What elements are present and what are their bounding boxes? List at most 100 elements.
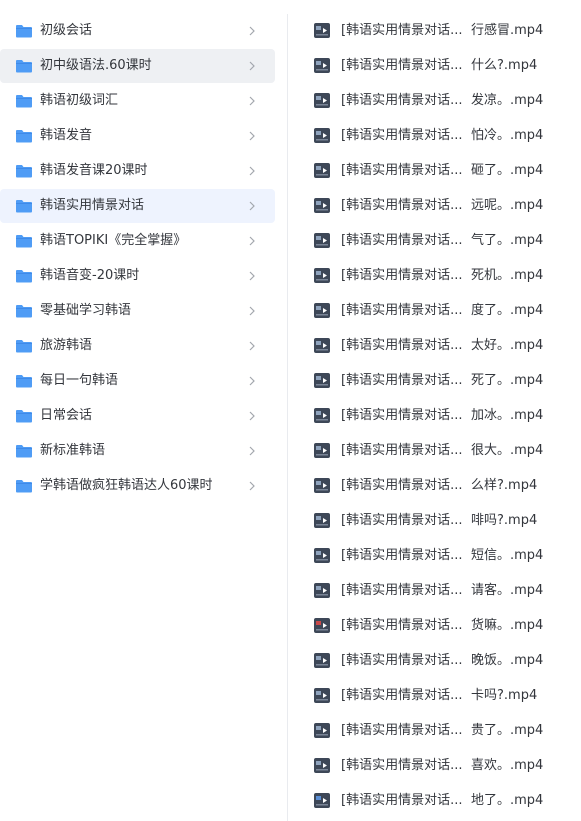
chevron-right-icon xyxy=(249,341,255,351)
folder-item[interactable]: 韩语TOPIKI《完全掌握》 xyxy=(0,224,275,258)
folder-item[interactable]: 韩语初级词汇 xyxy=(0,84,275,118)
file-name-prefix: [韩语实用情景对话... xyxy=(341,338,463,353)
video-thumbnail-icon xyxy=(314,688,330,703)
file-item[interactable]: [韩语实用情景对话... 砸了。.mp4 xyxy=(288,153,581,188)
folder-item[interactable]: 零基础学习韩语 xyxy=(0,294,275,328)
video-thumbnail-icon xyxy=(314,793,330,808)
file-name-prefix: [韩语实用情景对话... xyxy=(341,23,463,38)
file-name-suffix: 加冰。.mp4 xyxy=(471,408,544,423)
folder-item[interactable]: 学韩语做疯狂韩语达人60课时 xyxy=(0,469,275,503)
folder-item[interactable]: 韩语发音课20课时 xyxy=(0,154,275,188)
file-item[interactable]: [韩语实用情景对话... 行感冒.mp4 xyxy=(288,13,581,48)
file-name-prefix: [韩语实用情景对话... xyxy=(341,793,463,808)
file-name-suffix: 发凉。.mp4 xyxy=(471,93,544,108)
file-name-suffix: 太好。.mp4 xyxy=(471,338,544,353)
file-item[interactable]: [韩语实用情景对话... 地了。.mp4 xyxy=(288,783,581,818)
video-thumbnail-icon xyxy=(314,23,330,38)
file-name-suffix: 请客。.mp4 xyxy=(471,583,544,598)
folder-item[interactable]: 日常会话 xyxy=(0,399,275,433)
file-name-suffix: 短信。.mp4 xyxy=(471,548,544,563)
file-item[interactable]: [韩语实用情景对话... 加冰。.mp4 xyxy=(288,398,581,433)
folder-item[interactable]: 初中级语法.60课时 xyxy=(0,49,275,83)
file-item[interactable]: [韩语实用情景对话... 喜欢。.mp4 xyxy=(288,748,581,783)
file-name-prefix: [韩语实用情景对话... xyxy=(341,373,463,388)
chevron-right-icon xyxy=(249,166,255,176)
video-thumbnail-icon xyxy=(314,548,330,563)
folder-item[interactable]: 韩语发音 xyxy=(0,119,275,153)
video-thumbnail-icon xyxy=(314,443,330,458)
folder-name: 初中级语法.60课时 xyxy=(40,58,152,73)
file-name-suffix: 地了。.mp4 xyxy=(471,793,544,808)
file-item[interactable]: [韩语实用情景对话... 请客。.mp4 xyxy=(288,573,581,608)
file-name-prefix: [韩语实用情景对话... xyxy=(341,688,463,703)
file-item[interactable]: [韩语实用情景对话... 气了。.mp4 xyxy=(288,223,581,258)
file-item[interactable]: [韩语实用情景对话... 贵了。.mp4 xyxy=(288,713,581,748)
chevron-right-icon xyxy=(249,61,255,71)
file-item[interactable]: [韩语实用情景对话... 死了。.mp4 xyxy=(288,363,581,398)
file-name-prefix: [韩语实用情景对话... xyxy=(341,233,463,248)
folder-item[interactable]: 每日一句韩语 xyxy=(0,364,275,398)
video-thumbnail-icon xyxy=(314,58,330,73)
file-item[interactable]: [韩语实用情景对话... 远呢。.mp4 xyxy=(288,188,581,223)
folder-item-selected[interactable]: 韩语实用情景对话 xyxy=(0,189,275,223)
folder-icon xyxy=(16,165,32,178)
file-item[interactable]: [韩语实用情景对话... 什么?.mp4 xyxy=(288,48,581,83)
file-item[interactable]: [韩语实用情景对话... 晚饭。.mp4 xyxy=(288,643,581,678)
file-list: [韩语实用情景对话... 行感冒.mp4 [韩语实用情景对话... 什么?.mp… xyxy=(288,0,581,821)
file-name-suffix: 怕冷。.mp4 xyxy=(471,128,544,143)
folder-icon xyxy=(16,95,32,108)
file-item[interactable]: [韩语实用情景对话... 太好。.mp4 xyxy=(288,328,581,363)
video-thumbnail-icon xyxy=(314,128,330,143)
video-thumbnail-icon xyxy=(314,583,330,598)
chevron-right-icon xyxy=(249,481,255,491)
folder-name: 日常会话 xyxy=(40,408,93,423)
folder-name: 韩语实用情景对话 xyxy=(40,198,145,213)
file-name-prefix: [韩语实用情景对话... xyxy=(341,478,463,493)
file-name-prefix: [韩语实用情景对话... xyxy=(341,163,463,178)
file-name-suffix: 贵了。.mp4 xyxy=(471,723,544,738)
file-name-prefix: [韩语实用情景对话... xyxy=(341,58,463,73)
file-item[interactable]: [韩语实用情景对话... 很大。.mp4 xyxy=(288,433,581,468)
file-item[interactable]: [韩语实用情景对话... 死机。.mp4 xyxy=(288,258,581,293)
file-name-prefix: [韩语实用情景对话... xyxy=(341,618,463,633)
chevron-right-icon xyxy=(249,96,255,106)
file-item[interactable]: [韩语实用情景对话... 度了。.mp4 xyxy=(288,293,581,328)
file-item[interactable]: [韩语实用情景对话... 货嘛。.mp4 xyxy=(288,608,581,643)
folder-name: 韩语初级词汇 xyxy=(40,93,119,108)
folder-icon xyxy=(16,480,32,493)
file-item[interactable]: [韩语实用情景对话... 啡吗?.mp4 xyxy=(288,503,581,538)
file-item[interactable]: [韩语实用情景对话... 么样?.mp4 xyxy=(288,468,581,503)
video-thumbnail-icon xyxy=(314,198,330,213)
folder-icon xyxy=(16,25,32,38)
file-name-prefix: [韩语实用情景对话... xyxy=(341,303,463,318)
video-thumbnail-icon xyxy=(314,478,330,493)
folder-item[interactable]: 初级会话 xyxy=(0,14,275,48)
chevron-right-icon xyxy=(249,306,255,316)
file-item[interactable]: [韩语实用情景对话... 卡吗?.mp4 xyxy=(288,678,581,713)
file-name-suffix: 晚饭。.mp4 xyxy=(471,653,544,668)
video-thumbnail-icon xyxy=(314,408,330,423)
file-item[interactable]: [韩语实用情景对话... 怕冷。.mp4 xyxy=(288,118,581,153)
folder-item[interactable]: 新标准韩语 xyxy=(0,434,275,468)
video-thumbnail-icon xyxy=(314,758,330,773)
folder-icon xyxy=(16,305,32,318)
chevron-right-icon xyxy=(249,271,255,281)
file-name-suffix: 行感冒.mp4 xyxy=(471,23,544,38)
folder-item[interactable]: 旅游韩语 xyxy=(0,329,275,363)
folder-name: 每日一句韩语 xyxy=(40,373,119,388)
chevron-right-icon xyxy=(249,26,255,36)
folder-name: 零基础学习韩语 xyxy=(40,303,132,318)
file-name-prefix: [韩语实用情景对话... xyxy=(341,758,463,773)
file-item[interactable]: [韩语实用情景对话... 短信。.mp4 xyxy=(288,538,581,573)
file-item[interactable]: [韩语实用情景对话... 发凉。.mp4 xyxy=(288,83,581,118)
file-name-prefix: [韩语实用情景对话... xyxy=(341,443,463,458)
video-thumbnail-icon xyxy=(314,338,330,353)
video-thumbnail-icon xyxy=(314,723,330,738)
file-name-suffix: 卡吗?.mp4 xyxy=(471,688,538,703)
file-name-prefix: [韩语实用情景对话... xyxy=(341,93,463,108)
folder-icon xyxy=(16,340,32,353)
chevron-right-icon xyxy=(249,376,255,386)
folder-item[interactable]: 韩语音变-20课时 xyxy=(0,259,275,293)
folder-icon xyxy=(16,410,32,423)
file-name-prefix: [韩语实用情景对话... xyxy=(341,513,463,528)
